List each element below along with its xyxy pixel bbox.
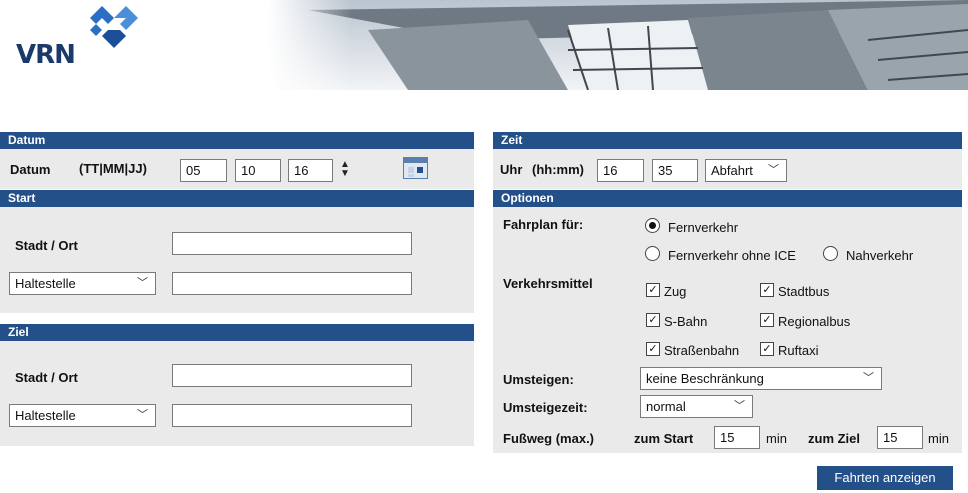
checkbox-strassenbahn[interactable]: ✓ [646, 342, 660, 356]
start-panel [0, 207, 474, 313]
radio-fernverkehr-label: Fernverkehr [668, 220, 739, 235]
verkehrsmittel-label: Verkehrsmittel [503, 276, 593, 291]
start-type-select-value: Haltestelle [15, 276, 76, 291]
fahrten-anzeigen-button[interactable]: Fahrten anzeigen [817, 466, 953, 490]
datum-label: Datum [10, 162, 51, 177]
start-section-header: Start [0, 190, 474, 207]
page-header: VRN [0, 0, 968, 90]
start-city-input[interactable] [172, 232, 412, 255]
radio-nahverkehr-label: Nahverkehr [846, 248, 914, 263]
umsteigezeit-select[interactable]: normal ﹀ [640, 395, 753, 418]
uhr-label: Uhr [500, 162, 523, 177]
radio-nahverkehr[interactable] [823, 246, 838, 261]
radio-fernverkehr-ohne-ice-label: Fernverkehr ohne ICE [668, 248, 796, 263]
departure-arrival-select-value: Abfahrt [711, 163, 753, 178]
zum-start-unit: min [766, 431, 787, 446]
zum-start-input[interactable]: 15 [714, 426, 760, 449]
chevron-down-icon: ﹀ [137, 409, 148, 421]
start-city-label: Stadt / Ort [15, 238, 78, 253]
datum-format-hint: (TT|MM|JJ) [79, 161, 147, 176]
checkbox-stadtbus[interactable]: ✓ [760, 283, 774, 297]
checkbox-zug[interactable]: ✓ [646, 283, 660, 297]
checkbox-strassenbahn-label: Straßenbahn [664, 343, 740, 358]
umsteigezeit-select-value: normal [646, 399, 686, 414]
start-stop-input[interactable] [172, 272, 412, 295]
ziel-city-label: Stadt / Ort [15, 370, 78, 385]
checkbox-regionalbus[interactable]: ✓ [760, 313, 774, 327]
ziel-section-header: Ziel [0, 324, 474, 341]
chevron-down-icon: ﹀ [768, 164, 779, 176]
radio-fernverkehr[interactable] [645, 218, 660, 233]
vrn-logo[interactable]: VRN [12, 4, 142, 84]
checkbox-zug-label: Zug [664, 284, 687, 299]
optionen-section-header: Optionen [493, 190, 962, 207]
checkbox-stadtbus-label: Stadtbus [778, 284, 830, 299]
year-input[interactable]: 16 [288, 159, 333, 182]
minute-input[interactable]: 35 [652, 159, 698, 182]
chevron-down-icon: ﹀ [863, 372, 874, 384]
zum-ziel-unit: min [928, 431, 949, 446]
radio-fernverkehr-ohne-ice[interactable] [645, 246, 660, 261]
logo-text: VRN [16, 40, 76, 70]
date-spinner-icon[interactable]: ▲ ▼ [340, 160, 350, 180]
month-input[interactable]: 10 [235, 159, 281, 182]
hour-input[interactable]: 16 [597, 159, 644, 182]
zeit-section-header: Zeit [493, 132, 962, 149]
departure-arrival-select[interactable]: Abfahrt ﹀ [705, 159, 787, 182]
umsteigen-select-value: keine Beschränkung [646, 371, 764, 386]
start-type-select[interactable]: Haltestelle ﹀ [9, 272, 156, 295]
zum-ziel-label: zum Ziel [808, 431, 861, 446]
logo-emblem-icon [90, 6, 138, 48]
umsteigen-select[interactable]: keine Beschränkung ﹀ [640, 367, 882, 390]
fussweg-label: Fußweg (max.) [503, 431, 595, 446]
zum-ziel-input[interactable]: 15 [877, 426, 923, 449]
ziel-city-input[interactable] [172, 364, 412, 387]
datum-section-header: Datum [0, 132, 474, 149]
zum-start-label: zum Start [634, 431, 694, 446]
checkbox-regionalbus-label: Regionalbus [778, 314, 851, 329]
uhr-format-hint: (hh:mm) [532, 162, 584, 177]
day-input[interactable]: 05 [180, 159, 227, 182]
chevron-down-icon: ﹀ [137, 277, 148, 289]
ziel-panel [0, 341, 474, 446]
ziel-type-select[interactable]: Haltestelle ﹀ [9, 404, 156, 427]
checkbox-ruftaxi[interactable]: ✓ [760, 342, 774, 356]
fahrplan-label: Fahrplan für: [503, 217, 584, 232]
checkbox-ruftaxi-label: Ruftaxi [778, 343, 819, 358]
checkbox-sbahn[interactable]: ✓ [646, 313, 660, 327]
umsteigen-label: Umsteigen: [503, 372, 574, 387]
calendar-icon[interactable] [403, 157, 428, 179]
header-banner-image [268, 0, 968, 90]
checkbox-sbahn-label: S-Bahn [664, 314, 708, 329]
ziel-stop-input[interactable] [172, 404, 412, 427]
ziel-type-select-value: Haltestelle [15, 408, 76, 423]
umsteigezeit-label: Umsteigezeit: [503, 400, 588, 415]
chevron-down-icon: ﹀ [734, 400, 745, 412]
